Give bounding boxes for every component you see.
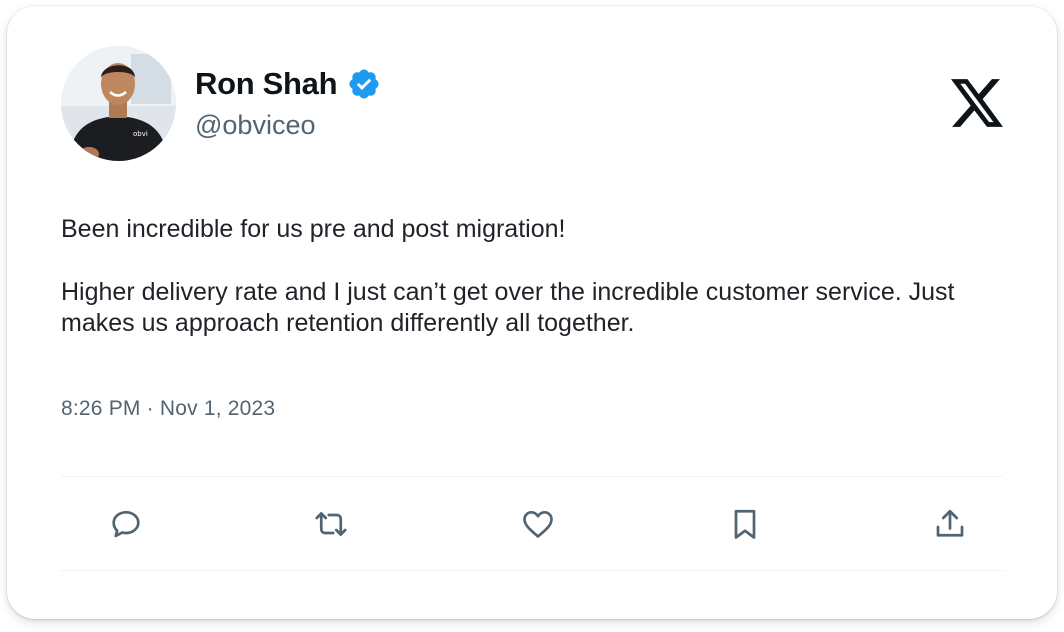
author-handle[interactable]: @obviceo (195, 110, 315, 141)
tweet-paragraph: Higher delivery rate and I just can’t ge… (61, 278, 955, 337)
shirt-logo-text: obvi (133, 130, 148, 138)
author-name-row: Ron Shah (195, 66, 381, 102)
profile-photo: obvi (61, 46, 176, 161)
avatar[interactable]: obvi (61, 46, 176, 161)
retweet-button[interactable] (310, 503, 352, 545)
tweet-card: obvi Ron Shah @obviceo Been incredible f… (7, 6, 1057, 619)
divider (61, 476, 1003, 477)
share-upload-icon (936, 509, 964, 537)
tweet-paragraph: Been incredible for us pre and post migr… (61, 215, 566, 243)
speech-bubble-icon (112, 510, 140, 538)
tweet-timestamp[interactable]: 8:26 PM · Nov 1, 2023 (61, 397, 275, 421)
author-name[interactable]: Ron Shah (195, 66, 338, 102)
bookmark-button[interactable] (724, 503, 766, 545)
verified-badge-icon (349, 69, 379, 99)
reply-button[interactable] (105, 503, 147, 545)
heart-icon (523, 510, 553, 538)
retweet-arrows-icon (315, 512, 347, 536)
divider (61, 570, 1003, 571)
share-button[interactable] (929, 503, 971, 545)
like-button[interactable] (517, 503, 559, 545)
tweet-body: Been incredible for us pre and post migr… (61, 214, 961, 339)
tweet-actions (61, 503, 1003, 545)
bookmark-icon (734, 509, 756, 539)
x-logo-icon[interactable] (951, 79, 1003, 127)
